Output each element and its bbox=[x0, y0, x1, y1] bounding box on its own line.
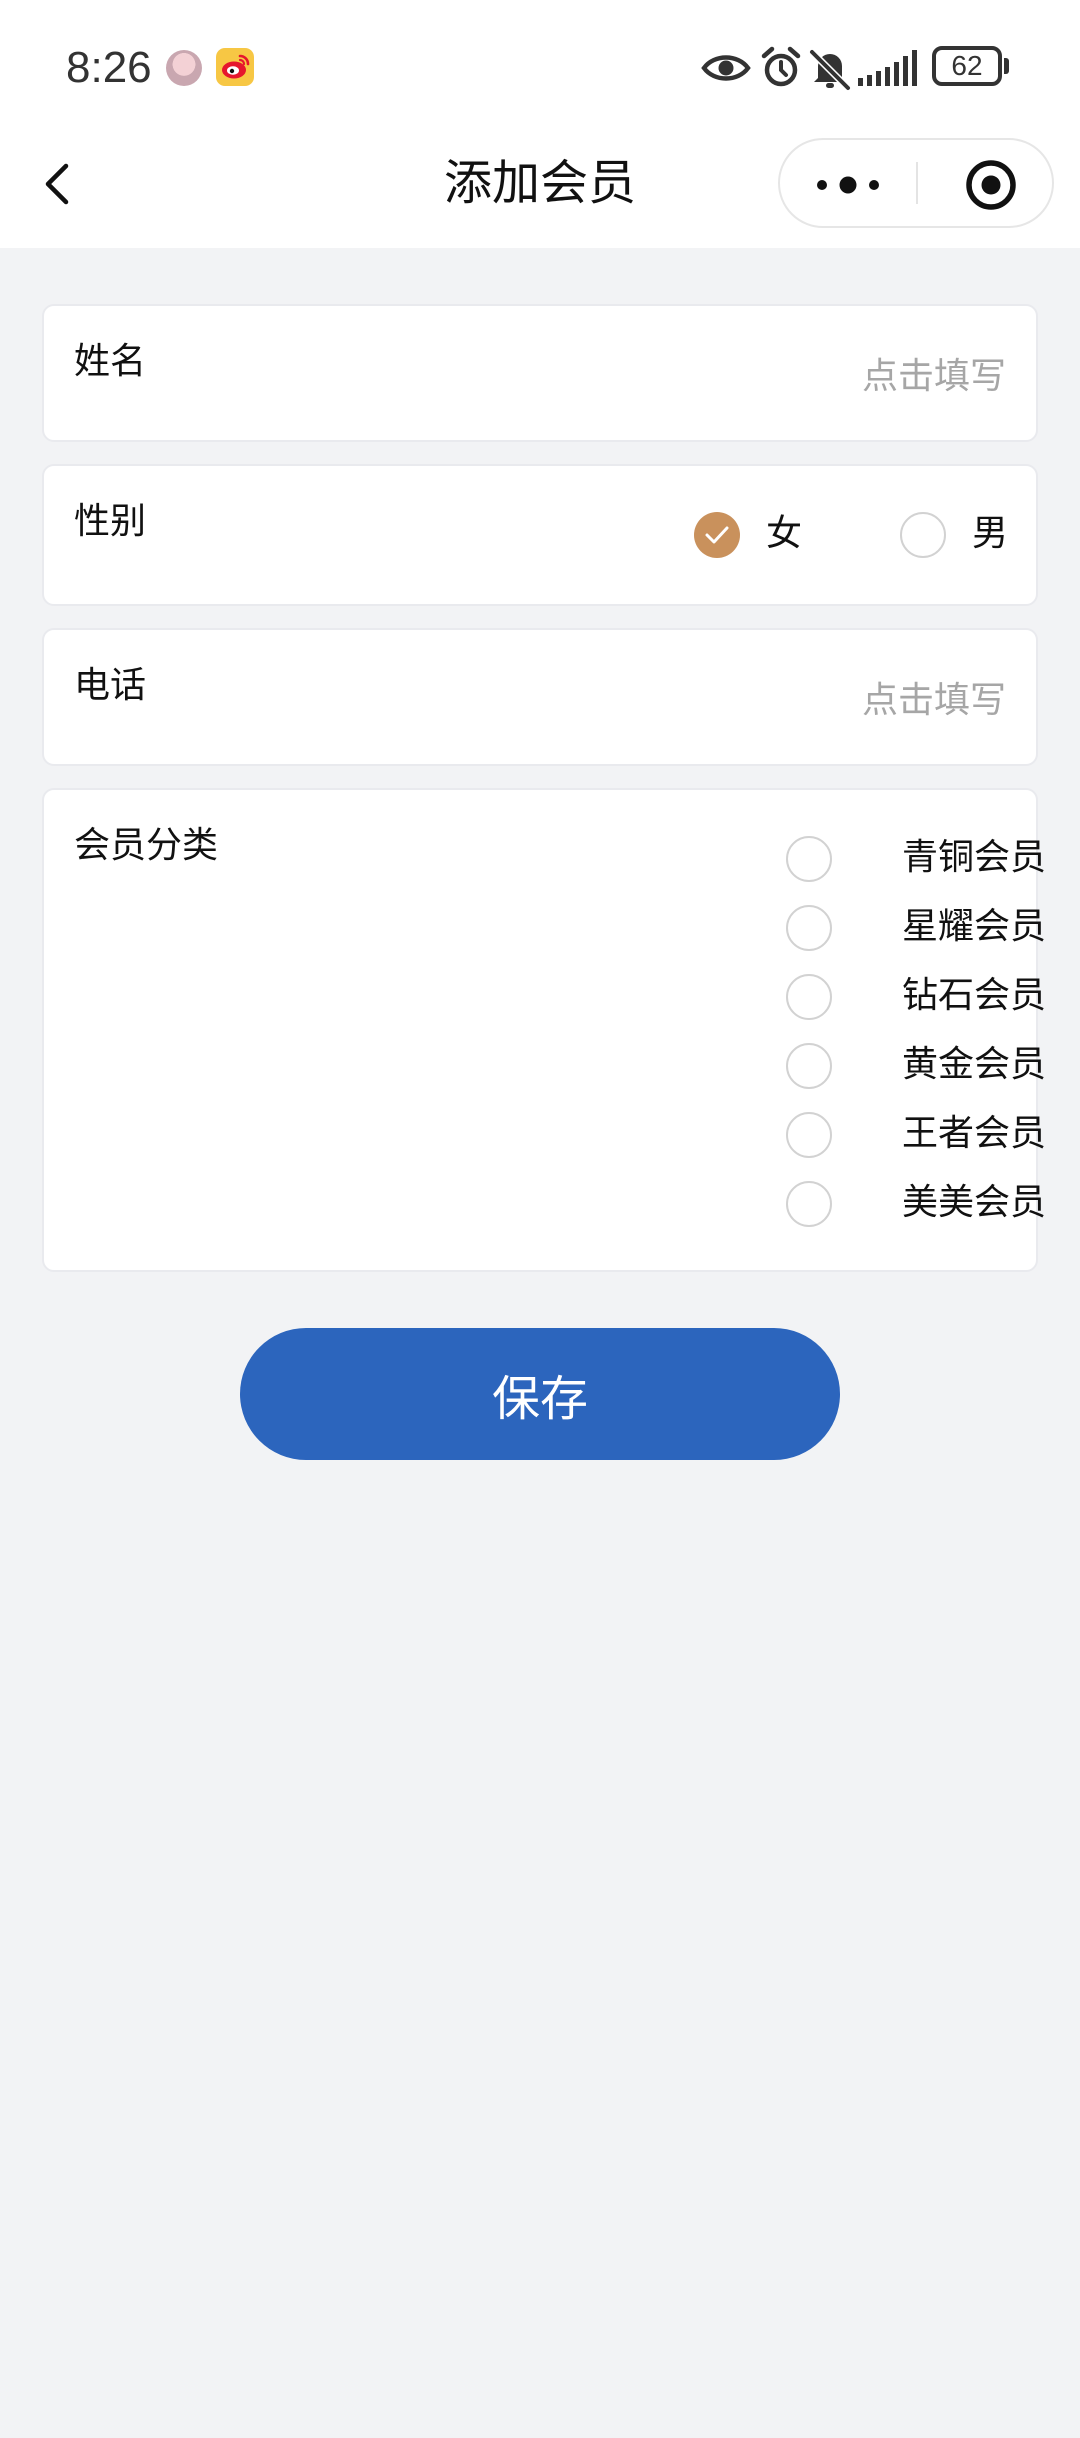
status-time: 8:26 bbox=[66, 43, 152, 92]
checkmark-icon bbox=[705, 526, 729, 544]
eye-icon bbox=[700, 40, 752, 96]
category-option-label: 青铜会员 bbox=[902, 837, 1047, 878]
alarm-icon bbox=[758, 40, 804, 96]
radio-unchecked-icon bbox=[786, 836, 832, 882]
radio-unchecked-icon bbox=[786, 905, 832, 951]
weibo-icon bbox=[216, 48, 254, 86]
category-label: 会员分类 bbox=[74, 825, 219, 866]
radio-checked-icon bbox=[694, 512, 740, 558]
battery-cap bbox=[1004, 58, 1009, 74]
category-option-starlight[interactable]: 星耀会员 bbox=[786, 905, 1046, 953]
gender-option-label: 男 bbox=[972, 513, 1009, 554]
name-card: 姓名 bbox=[42, 304, 1038, 442]
category-option-label: 美美会员 bbox=[902, 1182, 1047, 1223]
target-close-icon bbox=[966, 160, 1016, 210]
phone-card: 电话 bbox=[42, 628, 1038, 766]
radio-unchecked-icon bbox=[786, 1181, 832, 1227]
signal-icon bbox=[856, 40, 922, 96]
category-option-meimei[interactable]: 美美会员 bbox=[786, 1181, 1046, 1229]
category-option-label: 黄金会员 bbox=[902, 1044, 1047, 1085]
radio-unchecked-icon bbox=[786, 1043, 832, 1089]
name-input[interactable] bbox=[586, 346, 1006, 406]
gender-card: 性别 女 男 bbox=[42, 464, 1038, 606]
category-option-king[interactable]: 王者会员 bbox=[786, 1112, 1046, 1160]
phone-label: 电话 bbox=[74, 665, 147, 706]
close-button[interactable] bbox=[918, 140, 1052, 226]
gender-option-female[interactable]: 女 bbox=[694, 512, 814, 560]
category-option-diamond[interactable]: 钻石会员 bbox=[786, 974, 1046, 1022]
category-option-gold[interactable]: 黄金会员 bbox=[786, 1043, 1046, 1091]
save-button[interactable]: 保存 bbox=[240, 1328, 840, 1460]
category-option-label: 王者会员 bbox=[902, 1113, 1047, 1154]
mute-bell-icon bbox=[808, 40, 852, 96]
gender-option-label: 女 bbox=[766, 513, 803, 554]
mini-program-capsule bbox=[778, 138, 1054, 228]
category-option-label: 钻石会员 bbox=[902, 975, 1047, 1016]
radio-unchecked-icon bbox=[900, 512, 946, 558]
gender-option-male[interactable]: 男 bbox=[900, 512, 1010, 560]
radio-unchecked-icon bbox=[786, 1112, 832, 1158]
category-option-bronze[interactable]: 青铜会员 bbox=[786, 836, 1046, 884]
top-bar: 8:26 62 添加会员 bbox=[0, 0, 1080, 248]
avatar-icon bbox=[166, 50, 202, 86]
more-dots-icon bbox=[817, 176, 879, 194]
phone-input[interactable] bbox=[586, 670, 1006, 730]
gender-label: 性别 bbox=[74, 501, 147, 542]
category-option-label: 星耀会员 bbox=[902, 906, 1047, 947]
category-card: 会员分类 青铜会员 星耀会员 钻石会员 黄金会员 王者会员 美美会员 bbox=[42, 788, 1046, 1272]
radio-unchecked-icon bbox=[786, 974, 832, 1020]
more-button[interactable] bbox=[780, 140, 916, 226]
name-label: 姓名 bbox=[74, 341, 147, 382]
battery-icon: 62 bbox=[932, 46, 1002, 86]
